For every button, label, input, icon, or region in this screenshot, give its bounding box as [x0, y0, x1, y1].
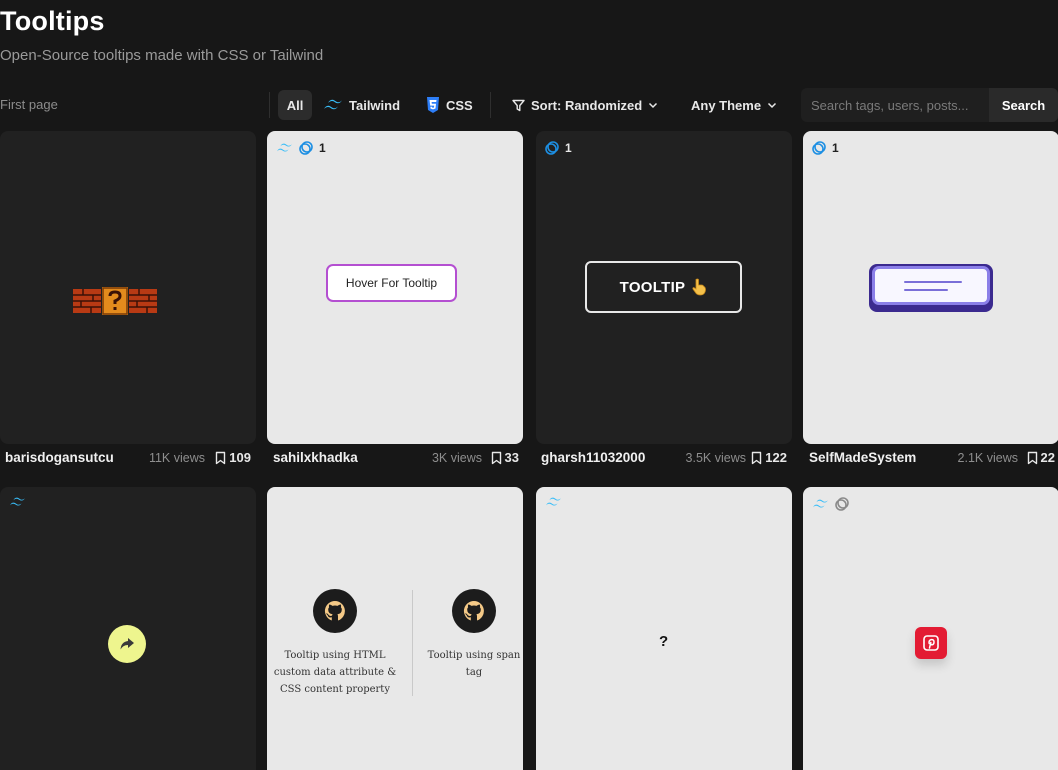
- variant-count: 1: [319, 141, 326, 155]
- page-subtitle: Open-Source tooltips made with CSS or Ta…: [0, 47, 324, 64]
- post-meta: sahilxkhadka 3K views 33: [273, 448, 519, 468]
- tooltip-caption: Tooltip using HTML custom data attribute…: [273, 650, 397, 695]
- search-input[interactable]: [801, 88, 989, 122]
- filter-all-label: All: [286, 97, 304, 113]
- view-count: 2.1K views: [957, 451, 1018, 465]
- github-icon-button: [452, 589, 496, 633]
- variant-count: 1: [832, 141, 839, 155]
- author-username[interactable]: SelfMadeSystem: [809, 450, 916, 465]
- tailwind-icon: [10, 497, 25, 506]
- tooltip-demo-label: TOOLTIP: [619, 278, 686, 296]
- toolbar-divider: [269, 92, 270, 118]
- github-icon: [463, 600, 484, 621]
- pinterest-button-preview: [915, 627, 947, 659]
- filter-all-button[interactable]: All: [278, 90, 312, 120]
- bookmark-icon: [216, 451, 226, 464]
- css-icon: [427, 97, 439, 113]
- filter-css-label: CSS: [446, 97, 473, 113]
- save-button[interactable]: 22: [1027, 450, 1055, 465]
- variants-icon: [835, 497, 849, 511]
- github-tooltip-column: Tooltip using HTML custom data attribute…: [267, 589, 403, 698]
- text-line: [904, 281, 962, 283]
- card-badges: 1: [812, 141, 839, 155]
- hover-for-tooltip-button: Hover For Tooltip: [326, 264, 457, 302]
- pointing-hand-icon: [692, 278, 707, 296]
- pinterest-icon: [923, 635, 939, 651]
- bookmark-icon: [752, 451, 762, 464]
- view-count: 11K views: [148, 451, 205, 465]
- save-button[interactable]: 122: [751, 450, 787, 465]
- share-button-preview: [108, 625, 146, 663]
- purple-tooltip-box: [869, 264, 993, 312]
- post-card[interactable]: 1 Hover For Tooltip: [267, 131, 523, 444]
- filter-css-button[interactable]: CSS: [426, 90, 473, 120]
- question-mark-trigger: ?: [659, 633, 669, 650]
- post-card[interactable]: 1: [803, 131, 1058, 444]
- toolbar-divider: [490, 92, 491, 118]
- variants-icon: [812, 141, 826, 155]
- filter-tailwind-button[interactable]: Tailwind: [323, 90, 400, 120]
- card-badges: [812, 497, 849, 511]
- text-line: [904, 289, 948, 291]
- search-button[interactable]: Search: [989, 88, 1058, 122]
- card-badges: 1: [545, 141, 572, 155]
- tailwind-icon: [546, 497, 561, 506]
- theme-label: Any Theme: [691, 97, 762, 113]
- github-tooltip-column: Tooltip using span tag: [425, 589, 523, 681]
- filter-toolbar: First page All Tailwind CSS Sort: Random…: [0, 88, 1058, 122]
- author-username[interactable]: gharsh11032000: [541, 450, 645, 465]
- first-page-link[interactable]: First page: [0, 97, 58, 112]
- chevron-down-icon: [768, 102, 777, 108]
- tooltip-caption: Tooltip using span tag: [427, 650, 521, 678]
- bookmark-icon: [1027, 451, 1037, 464]
- tailwind-icon: [324, 99, 342, 110]
- post-card[interactable]: 1 TOOLTIP: [536, 131, 792, 444]
- variant-count: 1: [565, 141, 572, 155]
- card-badges: [9, 497, 26, 507]
- purple-box-face: [872, 266, 990, 305]
- save-button[interactable]: 33: [491, 450, 519, 465]
- column-divider: [412, 590, 413, 696]
- save-count: 22: [1040, 450, 1055, 465]
- save-count: 33: [504, 450, 519, 465]
- author-username[interactable]: sahilxkhadka: [273, 450, 358, 465]
- card-badges: 1: [276, 141, 326, 155]
- save-count: 122: [765, 450, 787, 465]
- tailwind-icon: [277, 143, 292, 152]
- page-title: Tooltips: [0, 6, 105, 36]
- post-card[interactable]: [0, 487, 256, 770]
- view-count: 3K views: [431, 451, 482, 465]
- author-username[interactable]: barisdogansutcu: [5, 450, 114, 465]
- sort-dropdown[interactable]: Sort: Randomized: [512, 90, 658, 120]
- github-icon-button: [313, 589, 357, 633]
- post-card[interactable]: Tooltip using HTML custom data attribute…: [267, 487, 523, 770]
- chevron-down-icon: [649, 102, 658, 108]
- post-card[interactable]: ?: [536, 487, 792, 770]
- tailwind-icon: [813, 499, 828, 508]
- filter-icon: [512, 99, 525, 111]
- post-card[interactable]: [0, 131, 256, 444]
- view-count: 3.5K views: [685, 451, 746, 465]
- share-icon: [120, 638, 134, 650]
- theme-dropdown[interactable]: Any Theme: [691, 90, 777, 120]
- post-meta: SelfMadeSystem 2.1K views 22: [809, 448, 1055, 468]
- card-badges: [545, 497, 562, 507]
- tooltip-demo-button: TOOLTIP: [585, 261, 742, 313]
- save-count: 109: [229, 450, 251, 465]
- save-button[interactable]: 109: [215, 450, 251, 465]
- bookmark-icon: [491, 451, 501, 464]
- post-card[interactable]: [803, 487, 1058, 770]
- variants-icon: [299, 141, 313, 155]
- variants-icon: [545, 141, 559, 155]
- search-bar: Search: [801, 88, 1058, 122]
- post-meta: gharsh11032000 3.5K views 122: [541, 448, 787, 468]
- sort-label: Sort: Randomized: [531, 97, 643, 113]
- github-icon: [324, 600, 345, 621]
- mario-question-block: [73, 287, 157, 315]
- filter-tailwind-label: Tailwind: [349, 97, 401, 113]
- post-meta: barisdogansutcu 11K views 109: [5, 448, 251, 468]
